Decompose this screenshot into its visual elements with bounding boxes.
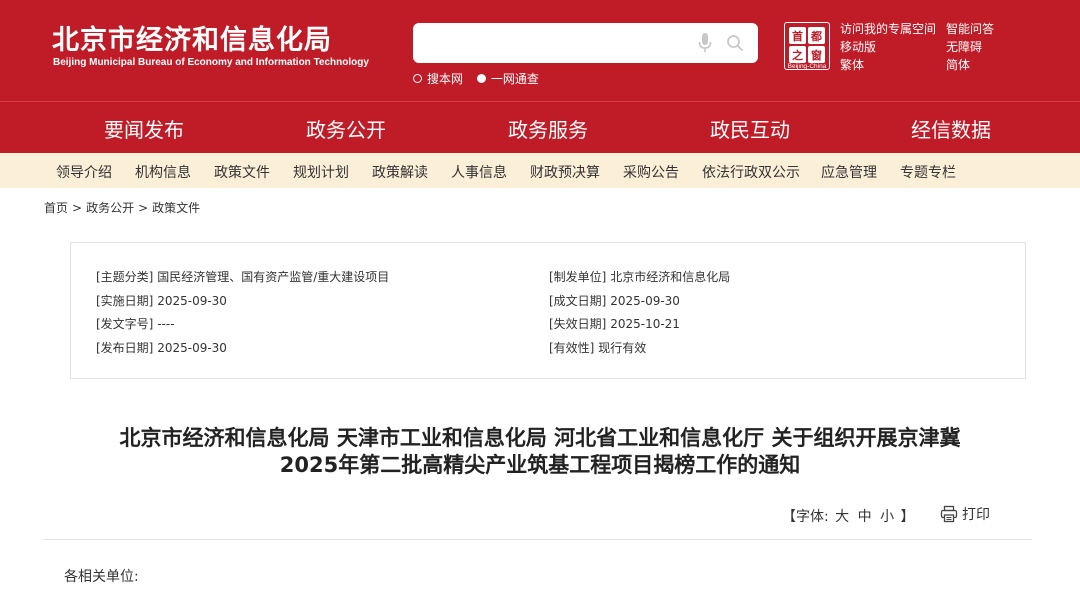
meta-effective-date: [实施日期] 2025-09-30 — [96, 294, 227, 308]
article-title-line: 2025年第二批高精尖产业筑基工程项目揭榜工作的通知 — [279, 453, 801, 477]
main-nav: 要闻发布 政务公开 政务服务 政民互动 经信数据 — [0, 101, 1080, 153]
smart-qa-link[interactable]: 智能问答 — [946, 20, 994, 38]
site-logo-title[interactable]: 北京市经济和信息化局 — [52, 18, 332, 57]
font-size-label: 【字体: — [782, 509, 829, 525]
sub-nav-item[interactable]: 依法行政双公示 — [702, 162, 800, 182]
meta-topic: [主题分类] 国民经济管理、国有资产监管/重大建设项目 — [96, 270, 390, 284]
meta-written-date: [成文日期] 2025-09-30 — [549, 294, 680, 308]
microphone-icon[interactable] — [697, 32, 713, 54]
sub-nav-item[interactable]: 政策文件 — [214, 162, 270, 182]
breadcrumb-separator: > — [72, 201, 83, 215]
breadcrumb-policy-documents[interactable]: 政策文件 — [152, 201, 200, 215]
main-nav-gov-services[interactable]: 政务服务 — [508, 114, 588, 143]
font-size-controls: 【字体: 大 中 小 】 — [782, 506, 915, 526]
sub-nav-item[interactable]: 财政预决算 — [530, 162, 600, 182]
my-space-link[interactable]: 访问我的专属空间 — [840, 20, 936, 38]
meta-publish-date: [发布日期] 2025-09-30 — [96, 341, 227, 355]
breadcrumb-separator: > — [138, 201, 149, 215]
sub-nav: 领导介绍 机构信息 政策文件 规划计划 政策解读 人事信息 财政预决算 采购公告… — [0, 153, 1080, 188]
emblem-char: 首 — [789, 27, 806, 44]
sub-nav-item[interactable]: 规划计划 — [293, 162, 349, 182]
emblem-caption: Beijing-China — [787, 63, 827, 70]
font-size-large-button[interactable]: 大 — [835, 509, 849, 525]
search-scope-options: 搜本网 一网通查 — [413, 70, 549, 87]
traditional-chinese-link[interactable]: 繁体 — [840, 56, 936, 74]
sub-nav-item[interactable]: 领导介绍 — [56, 162, 112, 182]
main-nav-gov-affairs-open[interactable]: 政务公开 — [306, 114, 386, 143]
radio-selected-icon — [476, 74, 486, 83]
simplified-chinese-link[interactable]: 简体 — [946, 56, 994, 74]
print-label: 打印 — [962, 507, 990, 523]
emblem-char: 都 — [808, 27, 825, 44]
meta-issuing-unit: [制发单位] 北京市经济和信息化局 — [549, 270, 731, 284]
site-header: 北京市经济和信息化局 Beijing Municipal Bureau of E… — [0, 0, 1080, 101]
article-title-line: 北京市经济和信息化局 天津市工业和信息化局 河北省工业和信息化厅 关于组织开展京… — [119, 426, 961, 450]
main-nav-news[interactable]: 要闻发布 — [104, 114, 184, 143]
content-divider — [44, 539, 1032, 540]
search-icon[interactable] — [726, 34, 744, 52]
header-utility-links-right: 智能问答 无障碍 简体 — [946, 20, 994, 74]
mobile-version-link[interactable]: 移动版 — [840, 38, 936, 56]
sub-nav-item[interactable]: 专题专栏 — [900, 162, 956, 182]
radio-unselected-icon — [413, 74, 422, 83]
meta-document-number: [发文字号] ---- — [96, 317, 175, 331]
meta-validity: [有效性] 现行有效 — [549, 341, 647, 355]
emblem-char: 之 — [789, 46, 806, 63]
meta-expiry-date: [失效日期] 2025-10-21 — [549, 317, 680, 331]
print-button[interactable]: 打印 — [940, 504, 990, 524]
accessibility-link[interactable]: 无障碍 — [946, 38, 994, 56]
search-scope-unified-radio[interactable]: 一网通查 — [476, 70, 539, 87]
header-utility-links-left: 访问我的专属空间 移动版 繁体 — [840, 20, 936, 74]
search-scope-site-radio[interactable]: 搜本网 — [413, 70, 463, 87]
breadcrumb-home[interactable]: 首页 — [44, 201, 68, 215]
font-size-medium-button[interactable]: 中 — [858, 509, 872, 525]
sub-nav-item[interactable]: 应急管理 — [821, 162, 877, 182]
article-title: 北京市经济和信息化局 天津市工业和信息化局 河北省工业和信息化厅 关于组织开展京… — [44, 425, 1036, 479]
article-addressee: 各相关单位: — [64, 569, 139, 585]
search-scope-site-label: 搜本网 — [427, 72, 464, 86]
emblem-char: 窗 — [808, 46, 825, 63]
main-nav-interaction[interactable]: 政民互动 — [710, 114, 790, 143]
document-metadata-box: [主题分类] 国民经济管理、国有资产监管/重大建设项目 [实施日期] 2025-… — [70, 242, 1026, 379]
font-size-small-button[interactable]: 小 — [880, 509, 894, 525]
search-input[interactable] — [423, 31, 683, 55]
main-nav-data[interactable]: 经信数据 — [911, 114, 991, 143]
printer-icon — [940, 505, 958, 523]
sub-nav-item[interactable]: 机构信息 — [135, 162, 191, 182]
font-size-bracket: 】 — [900, 509, 915, 525]
breadcrumb-gov-affairs-open[interactable]: 政务公开 — [86, 201, 134, 215]
sub-nav-item[interactable]: 人事信息 — [451, 162, 507, 182]
site-logo-subtitle: Beijing Municipal Bureau of Economy and … — [53, 57, 369, 68]
sub-nav-item[interactable]: 采购公告 — [623, 162, 679, 182]
breadcrumb: 首页 > 政务公开 > 政策文件 — [44, 199, 200, 216]
sub-nav-item[interactable]: 政策解读 — [372, 162, 428, 182]
search-scope-unified-label: 一网通查 — [490, 72, 539, 86]
